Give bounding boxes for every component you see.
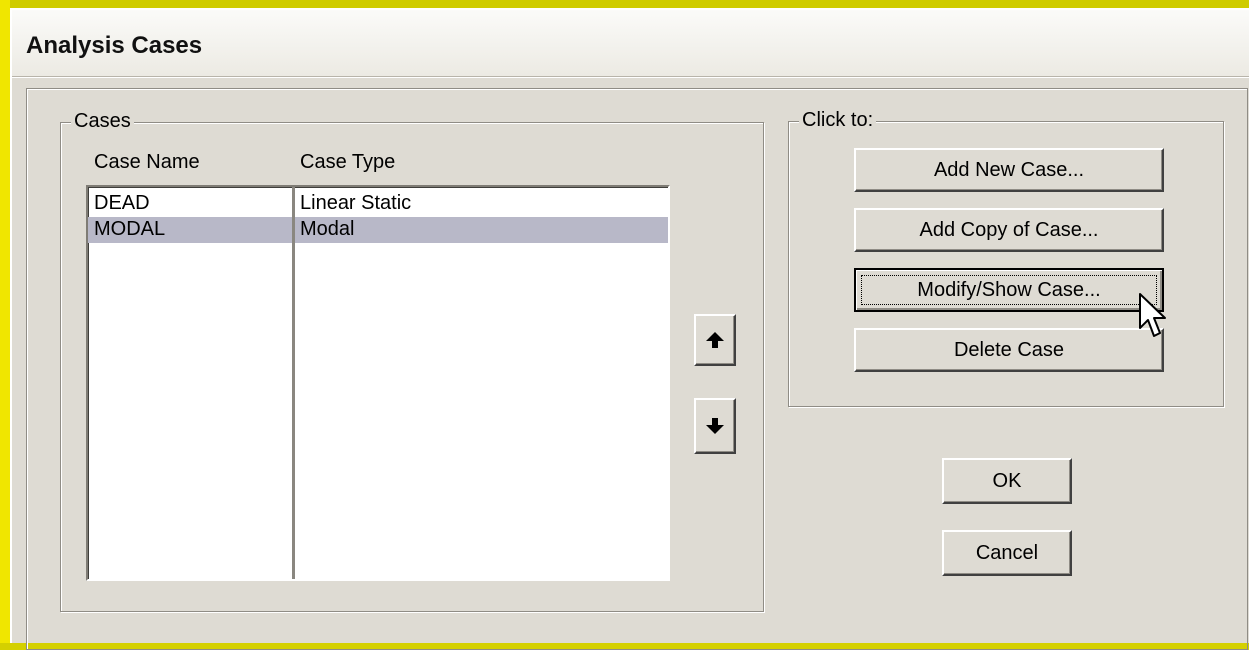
desktop-background-top — [0, 0, 1249, 8]
delete-case-label: Delete Case — [953, 338, 1065, 361]
arrow-down-icon — [706, 418, 724, 434]
case-name-cell: DEAD — [94, 192, 150, 214]
title-bar[interactable]: Analysis Cases — [12, 10, 1249, 77]
actions-group-label: Click to: — [799, 109, 877, 132]
column-header-case-type: Case Type — [300, 151, 396, 173]
mouse-pointer-icon — [1139, 293, 1166, 337]
title-separator — [12, 77, 1249, 78]
cases-list[interactable]: DEAD Linear Static MODAL Modal — [86, 185, 670, 581]
cancel-button[interactable]: Cancel — [942, 530, 1072, 576]
column-divider — [292, 187, 295, 579]
ok-button[interactable]: OK — [942, 458, 1072, 504]
arrow-up-icon — [706, 332, 724, 348]
desktop-background-left — [0, 0, 10, 643]
column-header-case-name: Case Name — [94, 151, 200, 173]
add-new-case-label: Add New Case... — [933, 158, 1085, 181]
cases-group-label: Cases — [71, 110, 134, 133]
delete-case-button[interactable]: Delete Case — [854, 328, 1164, 372]
modify-show-case-button[interactable]: Modify/Show Case... — [854, 268, 1164, 312]
cancel-label: Cancel — [975, 541, 1039, 564]
move-up-button[interactable] — [694, 314, 736, 366]
modify-show-case-label: Modify/Show Case... — [917, 278, 1101, 301]
dialog-title: Analysis Cases — [26, 32, 203, 59]
case-type-cell: Modal — [300, 218, 355, 240]
add-copy-of-case-label: Add Copy of Case... — [919, 218, 1099, 241]
move-down-button[interactable] — [694, 398, 736, 454]
list-row-modal[interactable]: MODAL Modal — [88, 217, 668, 243]
case-name-cell: MODAL — [94, 218, 166, 240]
add-new-case-button[interactable]: Add New Case... — [854, 148, 1164, 192]
list-row-dead[interactable]: DEAD Linear Static — [88, 191, 668, 217]
ok-label: OK — [992, 469, 1022, 492]
add-copy-of-case-button[interactable]: Add Copy of Case... — [854, 208, 1164, 252]
case-type-cell: Linear Static — [300, 192, 412, 214]
